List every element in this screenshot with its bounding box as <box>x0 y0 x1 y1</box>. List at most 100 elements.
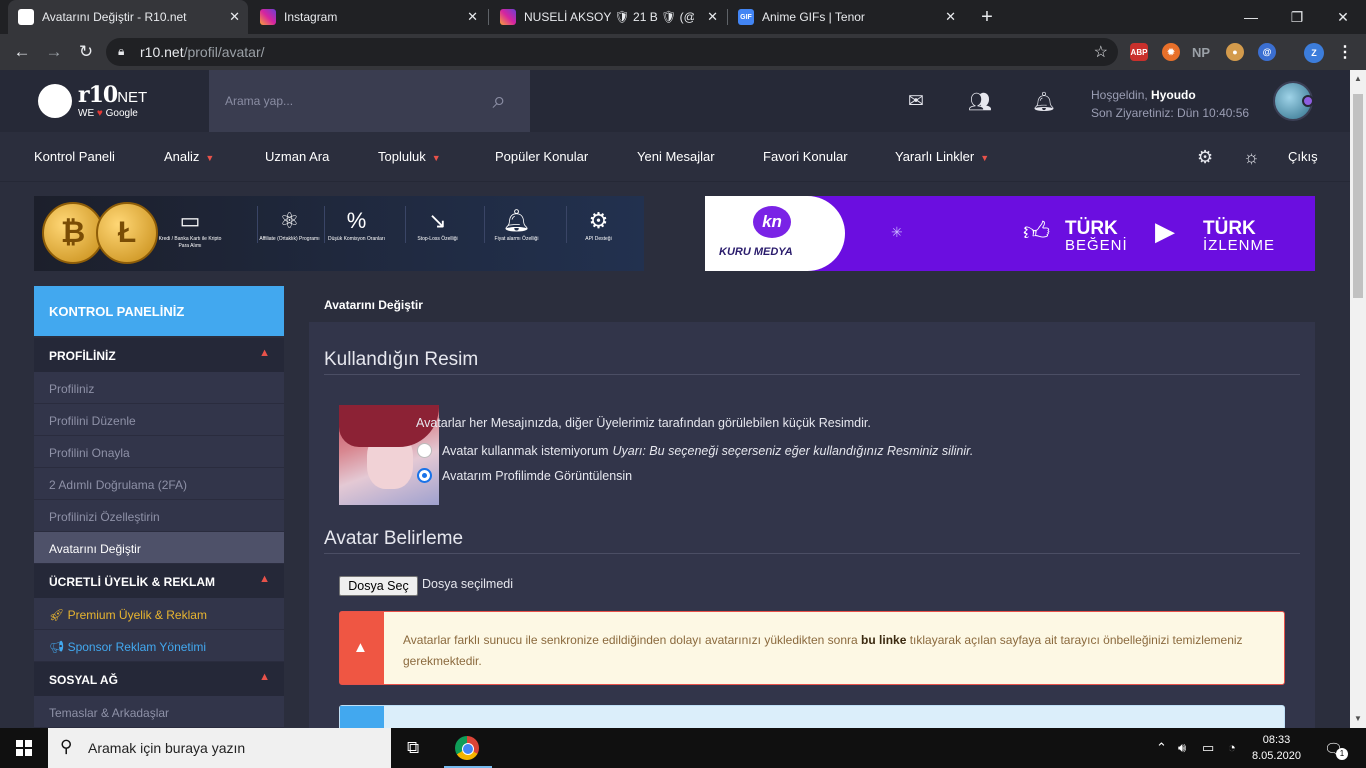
tray-chevron-up-icon[interactable]: ⌃ <box>1156 740 1167 756</box>
sidebar-item-temaslar[interactable]: Temaslar & Arkadaşlar <box>34 696 284 728</box>
logout-link[interactable]: Çıkış <box>1288 149 1318 164</box>
windows-start-icon[interactable] <box>16 740 32 756</box>
bookmark-star-icon[interactable]: ☆ <box>1094 42 1108 62</box>
profile-avatar-icon[interactable]: Z <box>1304 43 1324 63</box>
avatar[interactable] <box>1273 81 1314 121</box>
tab-separator <box>488 9 489 25</box>
percent-icon: % <box>346 208 367 233</box>
forward-arrow-icon[interactable]: → <box>42 40 66 64</box>
banner-feature: 🔔︎ Fiyat alarmı Özelliği <box>484 206 548 243</box>
search-icon[interactable]: ⌕ <box>493 87 506 115</box>
tab-instagram-profile[interactable]: NUSELİ AKSOY 🛡 21 B 🛡 (@ ✕ <box>490 0 726 34</box>
site-search[interactable]: Arama yap... ⌕ <box>209 70 530 132</box>
avatar-menu-icon[interactable] <box>1302 95 1314 107</box>
url-text: r10.net/profil/avatar/ <box>140 44 265 60</box>
nav-kontrol-paneli[interactable]: Kontrol Paneli <box>34 149 115 164</box>
close-tab-icon[interactable]: ✕ <box>229 9 240 25</box>
envelope-icon[interactable]: ✉ <box>908 90 924 113</box>
sidebar-item-2fa[interactable]: 2 Adımlı Doğrulama (2FA) <box>34 468 284 500</box>
volume-icon[interactable]: 🔊︎ <box>1178 740 1186 756</box>
cache-link[interactable]: bu linke <box>861 633 906 647</box>
crypto-ad-banner[interactable]: ₿ Ł ▭ Kredi / Banka Kartı ile Kripto Para… <box>34 196 644 271</box>
search-icon: ⚲ <box>60 737 73 756</box>
chevron-up-icon: ▲ <box>259 347 270 359</box>
minimize-button[interactable]: — <box>1228 0 1274 34</box>
tab-title: Instagram <box>284 10 338 24</box>
menu-kebab-icon[interactable]: ⋮ <box>1336 43 1354 61</box>
credit-card-icon: ▭ <box>179 208 201 233</box>
settings-gears-icon[interactable]: ⚙ <box>1197 147 1213 168</box>
nav-populer-konular[interactable]: Popüler Konular <box>495 149 588 164</box>
banner-feature: % Düşük Komisyon Oranları <box>324 206 388 243</box>
sidebar-item-profilini-onayla[interactable]: Profilini Onayla <box>34 436 284 468</box>
info-side <box>340 706 384 728</box>
bell-icon[interactable]: 🔔︎ <box>1032 90 1056 114</box>
nav-yeni-mesajlar[interactable]: Yeni Mesajlar <box>637 149 715 164</box>
option-show-avatar[interactable]: Avatarım Profilimde Görüntülensin <box>417 468 632 483</box>
file-status: Dosya seçilmedi <box>422 577 514 591</box>
close-window-button[interactable]: ✕ <box>1320 0 1366 34</box>
task-view-icon[interactable]: ⧉ <box>407 738 419 758</box>
brand-name: KURU MEDYA <box>719 246 793 258</box>
page-scrollbar[interactable]: ▲ ▼ <box>1350 70 1366 728</box>
sidebar-title: KONTROL PANELİNİZ <box>34 286 284 336</box>
sidebar-item-profiliniz[interactable]: Profiliniz <box>34 372 284 404</box>
tab-title: NUSELİ AKSOY 🛡 21 B 🛡 (@ <box>524 10 694 24</box>
search-input[interactable]: Arama yap... <box>225 94 293 108</box>
sidebar-item-ozellestir[interactable]: Profilinizi Özelleştirin <box>34 500 284 532</box>
nav-analiz[interactable]: Analiz ▼ <box>164 149 214 164</box>
scroll-thumb[interactable] <box>1353 94 1363 298</box>
choose-file-button[interactable]: Dosya Seç <box>339 576 418 596</box>
sidebar-item-avatar[interactable]: Avatarını Değiştir <box>34 532 284 564</box>
fire-extension-icon[interactable]: ✹ <box>1162 43 1180 61</box>
battery-icon[interactable]: ▭ <box>1202 740 1214 756</box>
wifi-icon[interactable]: ◔ <box>1228 740 1236 755</box>
nav-favori-konular[interactable]: Favori Konular <box>763 149 848 164</box>
nav-topluluk[interactable]: Topluluk ▼ <box>378 149 441 164</box>
np-extension-icon[interactable]: NP <box>1192 43 1210 61</box>
address-bar[interactable]: 🔒︎ r10.net/profil/avatar/ ☆ <box>106 38 1118 66</box>
taskbar-clock[interactable]: 08:33 8.05.2020 <box>1252 732 1301 764</box>
username[interactable]: Hyoudo <box>1151 88 1196 102</box>
radio-no-avatar[interactable] <box>417 443 432 458</box>
alarm-bell-icon: 🔔︎ <box>502 208 531 233</box>
taskbar-search-input[interactable]: Aramak için buraya yazın <box>88 740 245 756</box>
reload-icon[interactable]: ↻ <box>74 40 98 64</box>
nav-uzman-ara[interactable]: Uzman Ara <box>265 149 329 164</box>
option-no-avatar[interactable]: Avatar kullanmak istemiyorum Uyarı: Bu s… <box>417 443 973 458</box>
litecoin-coin-icon: Ł <box>96 202 158 264</box>
sidebar-section-profiliniz[interactable]: PROFİLİNİZ ▲ <box>34 338 284 372</box>
sidebar-section-sosyal-ag[interactable]: SOSYAL AĞ ▲ <box>34 662 284 696</box>
warning-triangle-icon: ▲ <box>353 639 368 656</box>
panel-title: Avatarını Değiştir <box>309 286 1315 322</box>
radio-show-avatar[interactable] <box>417 468 432 483</box>
sidebar-item-profilini-duzenle[interactable]: Profilini Düzenle <box>34 404 284 436</box>
translate-extension-icon[interactable]: @ <box>1258 43 1276 61</box>
maximize-button[interactable]: ❐ <box>1274 0 1320 34</box>
last-visit-text: Son Ziyaretiniz: Dün 10:40:56 <box>1091 106 1250 120</box>
friends-icon[interactable]: 👥︎ <box>968 90 992 114</box>
sidebar-item-premium[interactable]: 🚀︎ Premium Üyelik & Reklam <box>34 598 284 630</box>
sparkle-icon: ✳ <box>891 224 903 240</box>
bitcoin-coin-icon: ₿ <box>42 202 104 264</box>
kuru-medya-ad-banner[interactable]: kn KURU MEDYA ✳ 👍︎ TÜRK BEĞENİ ▶ TÜRK İZLE… <box>705 196 1315 271</box>
nav-yararli-linkler[interactable]: Yararlı Linkler ▼ <box>895 149 989 164</box>
r10-logo[interactable]: r10NET WE ♥ Google <box>38 78 158 124</box>
taskbar-search[interactable]: ⚲ Aramak için buraya yazın <box>48 728 391 768</box>
close-tab-icon[interactable]: ✕ <box>467 9 478 25</box>
sidebar-section-ucretli[interactable]: ÜCRETLİ ÜYELİK & REKLAM ▲ <box>34 564 284 598</box>
back-arrow-icon[interactable]: ← <box>10 40 34 64</box>
theme-sun-icon[interactable]: ☼ <box>1243 147 1260 168</box>
adblock-extension-icon[interactable]: ABP <box>1130 43 1148 61</box>
cookie-extension-icon[interactable]: ● <box>1226 43 1244 61</box>
new-tab-button[interactable]: + <box>964 0 1010 34</box>
close-tab-icon[interactable]: ✕ <box>707 9 718 25</box>
tab-tenor[interactable]: GIF Anime GIFs | Tenor ✕ <box>728 0 964 34</box>
tab-r10-avatar[interactable]: Avatarını Değiştir - R10.net ✕ <box>8 0 248 34</box>
sidebar-item-sponsor[interactable]: 📢︎ Sponsor Reklam Yönetimi <box>34 630 284 662</box>
logo-text: r10NET <box>78 82 148 108</box>
chrome-taskbar-icon[interactable] <box>455 736 479 760</box>
network-icon: ⚛ <box>279 208 300 233</box>
close-tab-icon[interactable]: ✕ <box>945 9 956 25</box>
tab-instagram[interactable]: Instagram ✕ <box>250 0 486 34</box>
